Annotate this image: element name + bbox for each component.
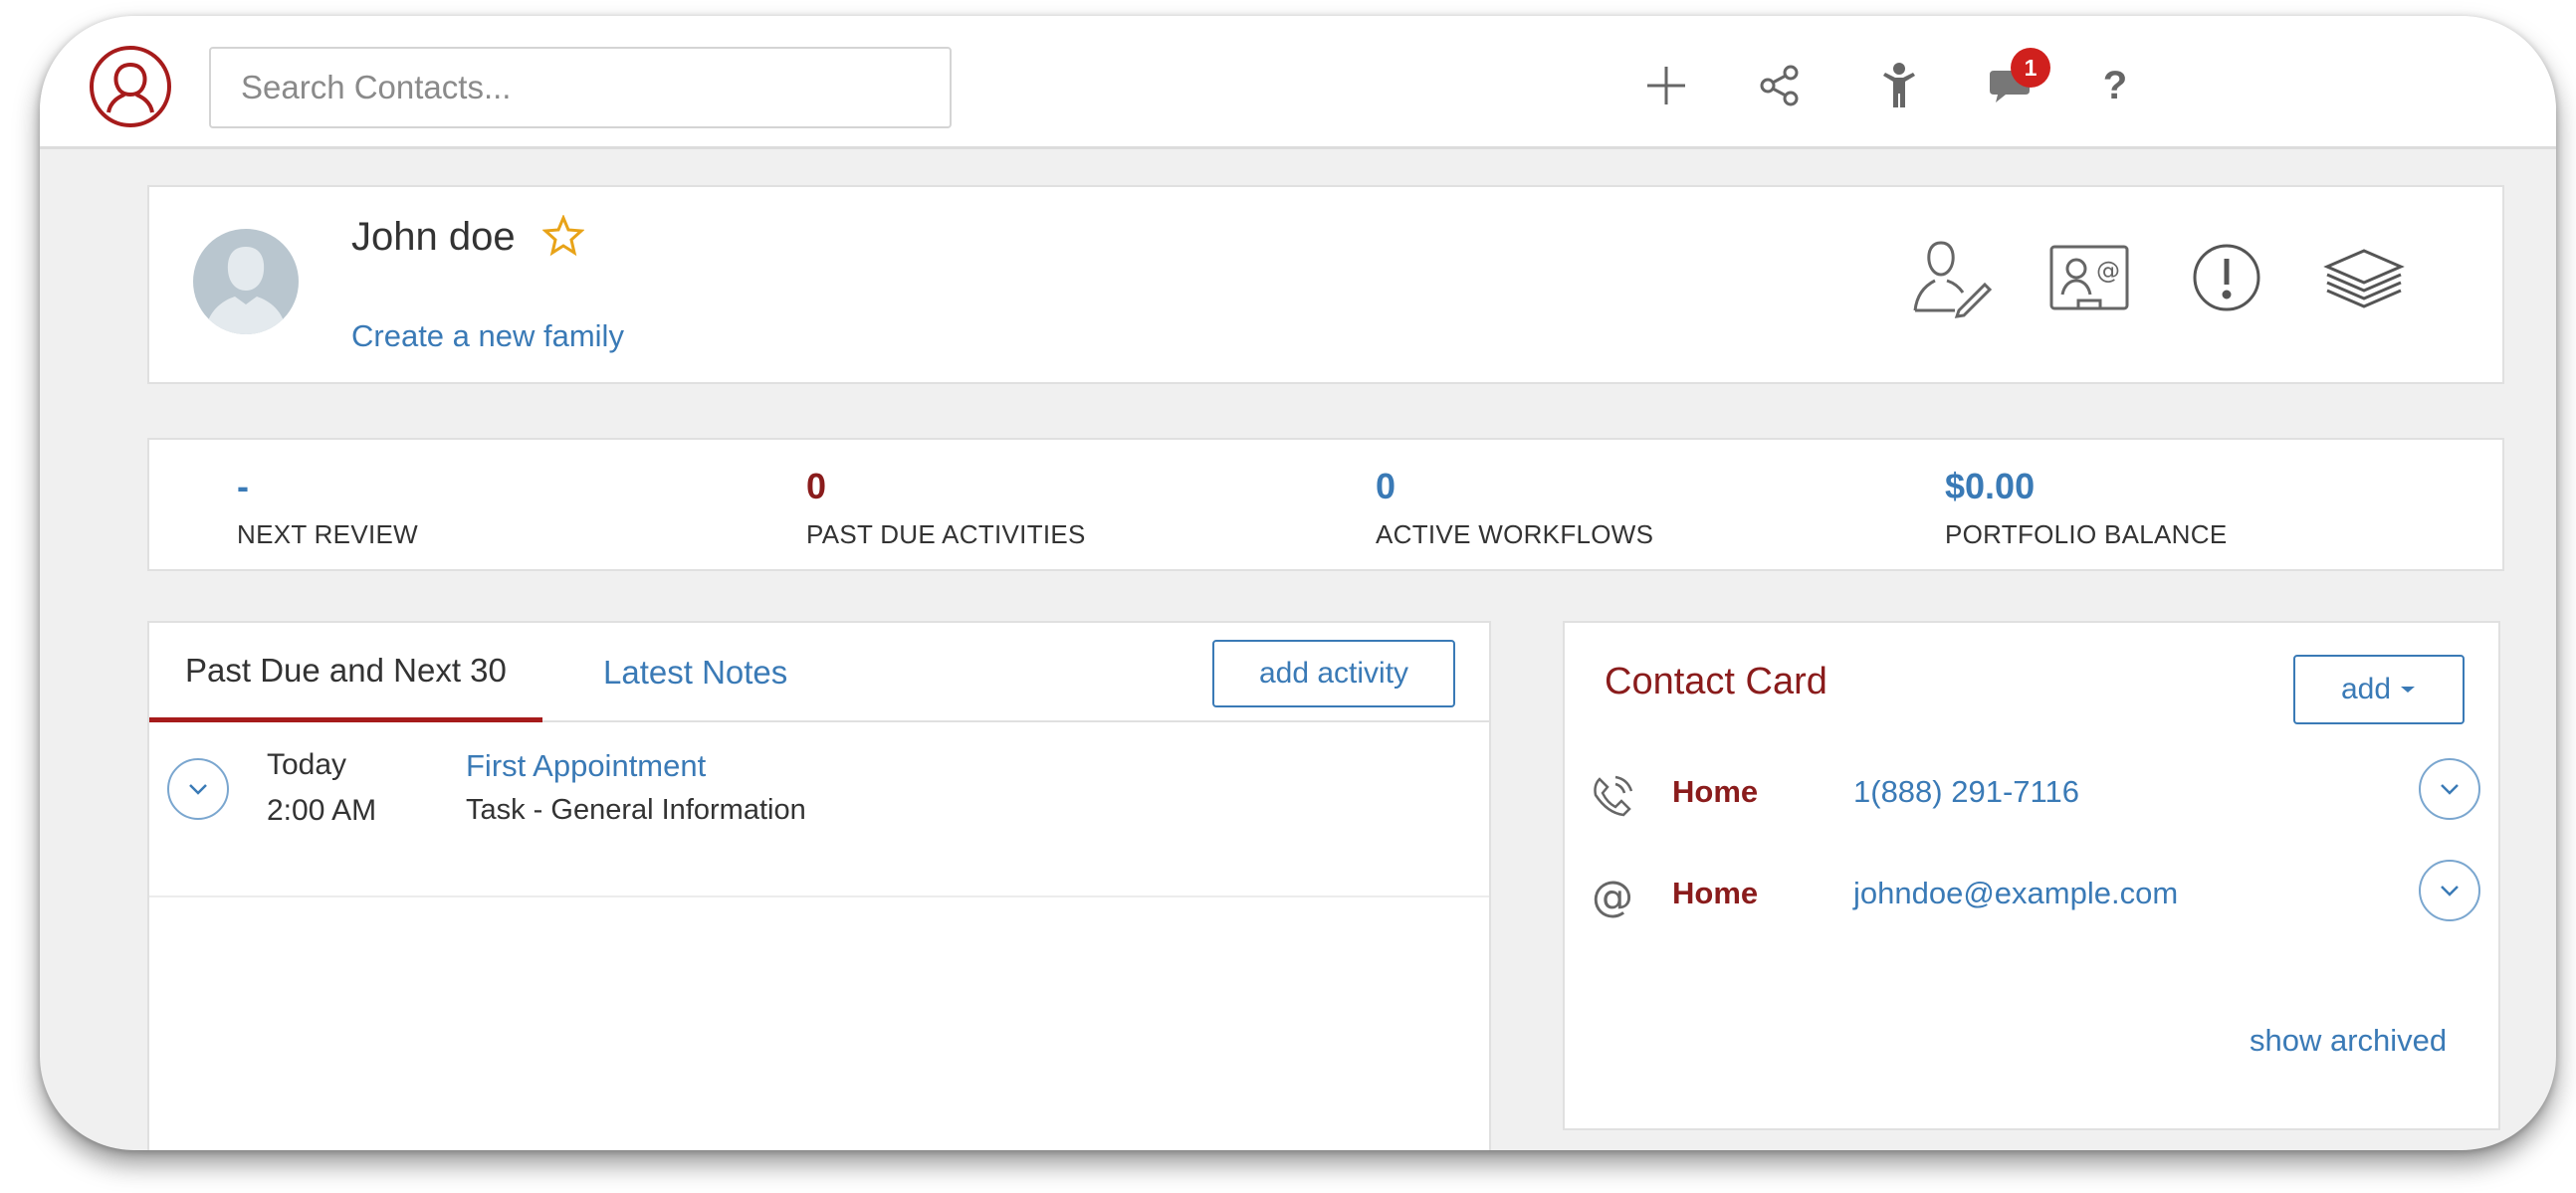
email-at-icon: @ [1592, 871, 1633, 920]
avatar [193, 229, 299, 334]
stats-bar: - NEXT REVIEW 0 PAST DUE ACTIVITIES 0 AC… [147, 438, 2504, 571]
stat-value: 0 [1376, 466, 1396, 506]
stat-value: 0 [806, 466, 827, 506]
alert-icon[interactable] [2186, 237, 2267, 318]
chevron-down-icon [189, 784, 207, 795]
activity-description: Task - General Information [466, 794, 806, 826]
activity-time: 2:00 AM [267, 794, 377, 827]
search-input[interactable] [209, 47, 952, 128]
email-address-link[interactable]: johndoe@example.com [1853, 876, 2178, 911]
profile-card: John doe Create a new family @ [147, 185, 2504, 384]
expand-activity-button[interactable] [167, 758, 229, 820]
stat-next-review[interactable]: - NEXT REVIEW [237, 466, 418, 550]
stat-value: - [237, 466, 249, 506]
help-glyph: ? [2102, 63, 2128, 107]
stat-portfolio-balance[interactable]: $0.00 PORTFOLIO BALANCE [1945, 466, 2227, 550]
stat-label: NEXT REVIEW [237, 519, 418, 549]
person-icon[interactable] [1869, 56, 1929, 115]
contact-card-title: Contact Card [1605, 661, 1827, 702]
stat-active-workflows[interactable]: 0 ACTIVE WORKFLOWS [1376, 466, 1653, 550]
notification-count-badge: 1 [2011, 48, 2050, 88]
phone-number-link[interactable]: 1(888) 291-7116 [1853, 774, 2079, 810]
contact-card-panel: Contact Card add Home 1(888) 291-7116 @ … [1563, 621, 2500, 1130]
stat-value: $0.00 [1945, 466, 2036, 506]
app-window: 1 ? John doe Create a new family [40, 16, 2556, 1150]
create-family-link[interactable]: Create a new family [351, 318, 624, 354]
expand-email-button[interactable] [2419, 860, 2480, 921]
activity-title-link[interactable]: First Appointment [466, 748, 706, 784]
expand-phone-button[interactable] [2419, 758, 2480, 820]
share-icon[interactable] [1750, 56, 1810, 115]
stat-label: PAST DUE ACTIVITIES [806, 519, 1086, 549]
contact-card-icon[interactable]: @ [2048, 237, 2130, 318]
add-contact-info-button[interactable]: add [2293, 655, 2465, 724]
activities-panel: Past Due and Next 30 Latest Notes add ac… [147, 621, 1491, 1150]
contact-type-label: Home [1672, 774, 1759, 809]
chevron-down-icon [2441, 886, 2459, 896]
stat-label: ACTIVE WORKFLOWS [1376, 519, 1654, 549]
caret-down-icon [2401, 687, 2416, 693]
activity-date: Today [267, 748, 347, 781]
activity-divider [149, 895, 1489, 897]
contact-type-label: Home [1672, 876, 1759, 910]
add-activity-button[interactable]: add activity [1212, 640, 1455, 707]
tab-label: Latest Notes [603, 654, 788, 691]
stat-past-due-activities[interactable]: 0 PAST DUE ACTIVITIES [806, 466, 1086, 550]
contact-name: John doe [351, 215, 516, 259]
help-icon[interactable]: ? [2085, 56, 2145, 115]
edit-contact-icon[interactable] [1911, 237, 1993, 318]
notifications-icon[interactable]: 1 [1981, 48, 2050, 115]
svg-text:@: @ [2096, 257, 2120, 285]
chevron-down-icon [2441, 784, 2459, 795]
tab-label: Past Due and Next 30 [185, 651, 507, 689]
top-bar: 1 ? [40, 16, 2556, 149]
add-icon[interactable] [1636, 56, 1696, 115]
logo-icon[interactable] [90, 46, 171, 127]
phone-icon [1585, 768, 1640, 824]
favorite-star-icon[interactable] [541, 214, 585, 257]
layers-icon[interactable] [2323, 237, 2405, 318]
tab-past-due-next-30[interactable]: Past Due and Next 30 [149, 623, 542, 722]
stat-label: PORTFOLIO BALANCE [1945, 519, 2228, 549]
add-button-label: add [2340, 673, 2392, 705]
tab-latest-notes[interactable]: Latest Notes [603, 623, 787, 722]
show-archived-link[interactable]: show archived [2250, 1023, 2447, 1059]
